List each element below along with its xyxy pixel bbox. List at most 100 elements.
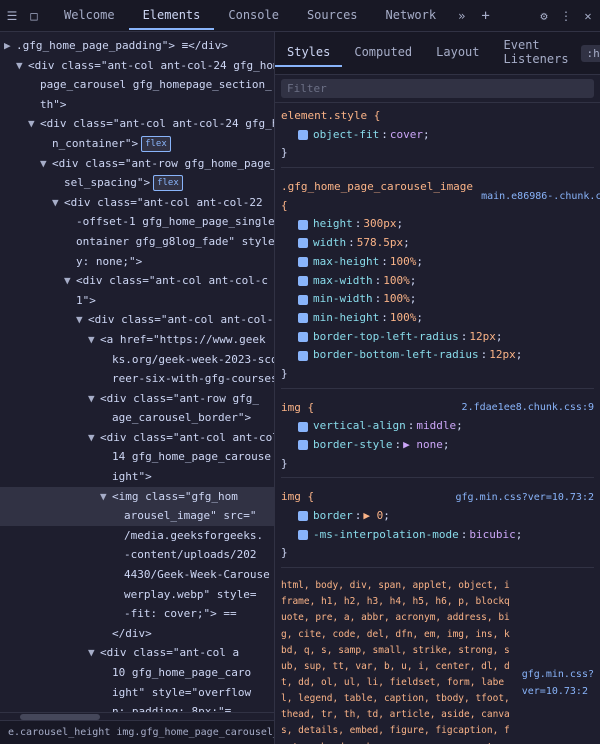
- css-property-checkbox[interactable]: [297, 294, 309, 306]
- css-prop-name[interactable]: width: [313, 234, 346, 253]
- dom-line[interactable]: ▼<div class="ant-col ant-col-24 gfg_home…: [0, 56, 274, 76]
- css-property-checkbox[interactable]: [297, 275, 309, 287]
- expand-triangle[interactable]: ▼: [52, 194, 64, 212]
- css-source-link[interactable]: gfg.min.css?ver=10.73:2: [456, 489, 594, 506]
- css-prop-value[interactable]: 100%: [383, 290, 410, 309]
- dom-line[interactable]: ▼<a href="https://www.geek: [0, 330, 274, 350]
- tab-styles[interactable]: Styles: [275, 39, 342, 67]
- css-property-checkbox[interactable]: [297, 312, 309, 324]
- dom-line[interactable]: sel_spacing">flex: [0, 173, 274, 193]
- expand-triangle[interactable]: ▼: [64, 272, 76, 290]
- dom-line[interactable]: ▼<div class="ant-row gfg_: [0, 389, 274, 409]
- more-tabs-icon[interactable]: »: [450, 3, 473, 29]
- dom-line[interactable]: ks.org/geek-week-2023-sco: [0, 350, 274, 370]
- dom-line[interactable]: n_container">flex: [0, 134, 274, 154]
- css-prop-value[interactable]: 578.5px: [357, 234, 403, 253]
- expand-triangle[interactable]: ▼: [100, 488, 112, 506]
- css-prop-name[interactable]: border-bottom-left-radius: [313, 346, 479, 365]
- css-prop-value[interactable]: 100%: [383, 272, 410, 291]
- css-prop-value[interactable]: bicubic: [469, 526, 515, 545]
- dom-line[interactable]: 14 gfg_home_page_carouse: [0, 447, 274, 467]
- dom-line[interactable]: age_carousel_border">: [0, 408, 274, 428]
- css-prop-value[interactable]: 300px: [363, 215, 396, 234]
- dom-line[interactable]: ▼<div class="ant-col ant-col-22: [0, 193, 274, 213]
- css-prop-name[interactable]: max-width: [313, 272, 373, 291]
- horizontal-scrollbar[interactable]: [0, 712, 274, 720]
- expand-triangle[interactable]: ▼: [88, 644, 100, 662]
- overflow-icon[interactable]: ⋮: [558, 8, 574, 24]
- expand-triangle[interactable]: ▼: [28, 115, 40, 133]
- css-prop-name[interactable]: height: [313, 215, 353, 234]
- tab-layout[interactable]: Layout: [424, 39, 491, 67]
- dom-line[interactable]: 1">: [0, 291, 274, 311]
- close-icon[interactable]: ✕: [580, 8, 596, 24]
- new-tab-icon[interactable]: +: [473, 2, 497, 30]
- dom-line[interactable]: werplay.webp" style=: [0, 585, 274, 605]
- dom-line[interactable]: -content/uploads/202: [0, 545, 274, 565]
- expand-triangle[interactable]: ▼: [40, 155, 52, 173]
- dom-line[interactable]: ▼<div class="ant-col a: [0, 643, 274, 663]
- tab-computed[interactable]: Computed: [342, 39, 424, 67]
- dom-line[interactable]: ▼<div class="ant-col ant-col-c: [0, 428, 274, 448]
- css-property-checkbox[interactable]: [297, 510, 309, 522]
- dom-line[interactable]: ight" style="overflow: [0, 683, 274, 703]
- device-icon[interactable]: □: [26, 8, 42, 24]
- css-prop-name[interactable]: min-width: [313, 290, 373, 309]
- tab-event-listeners[interactable]: Event Listeners: [492, 32, 581, 74]
- dom-line[interactable]: th">: [0, 95, 274, 115]
- tab-welcome[interactable]: Welcome: [50, 2, 129, 30]
- css-prop-value[interactable]: ▶ none: [403, 436, 443, 455]
- css-source-link[interactable]: 2.fdae1ee8.chunk.css:9: [462, 399, 594, 416]
- css-prop-value[interactable]: cover: [390, 126, 423, 145]
- dom-line[interactable]: ontainer gfg_g8log_fade" style=: [0, 232, 274, 252]
- css-prop-name[interactable]: border-top-left-radius: [313, 328, 459, 347]
- css-prop-name[interactable]: min-height: [313, 309, 379, 328]
- css-prop-value[interactable]: 100%: [390, 253, 417, 272]
- dom-line[interactable]: ▼<div class="ant-row gfg_home_page_carou…: [0, 154, 274, 174]
- dom-line[interactable]: -offset-1 gfg_home_page_single_: [0, 212, 274, 232]
- dom-line[interactable]: ▶.gfg_home_page_padding"> ≡</div>: [0, 36, 274, 56]
- expand-triangle[interactable]: ▶: [4, 37, 16, 55]
- css-property-checkbox[interactable]: [297, 529, 309, 541]
- css-prop-value[interactable]: ▶ 0: [363, 507, 383, 526]
- tab-sources[interactable]: Sources: [293, 2, 372, 30]
- dom-line[interactable]: ight">: [0, 467, 274, 487]
- dom-line[interactable]: /media.geeksforgeeks.: [0, 526, 274, 546]
- css-property-checkbox[interactable]: [297, 256, 309, 268]
- css-prop-name[interactable]: -ms-interpolation-mode: [313, 526, 459, 545]
- hov-button[interactable]: :hov: [581, 45, 600, 62]
- css-prop-name[interactable]: border: [313, 507, 353, 526]
- css-source-link[interactable]: gfg.min.css?ver=10.73:2: [522, 666, 594, 700]
- scrollbar-thumb[interactable]: [20, 714, 100, 720]
- dom-line[interactable]: ▼<div class="ant-col ant-col-: [0, 310, 274, 330]
- dom-line[interactable]: 10 gfg_home_page_caro: [0, 663, 274, 683]
- css-property-checkbox[interactable]: [297, 421, 309, 433]
- css-property-checkbox[interactable]: [297, 439, 309, 451]
- filter-input[interactable]: [281, 79, 594, 98]
- dom-line[interactable]: reer-six-with-gfg-courses: [0, 369, 274, 389]
- expand-triangle[interactable]: ▼: [76, 311, 88, 329]
- expand-triangle[interactable]: ▼: [88, 390, 100, 408]
- dom-line[interactable]: 4430/Geek-Week-Carouse: [0, 565, 274, 585]
- dom-line[interactable]: page_carousel gfg_homepage_section_: [0, 75, 274, 95]
- dom-line[interactable]: </div>: [0, 624, 274, 644]
- css-property-checkbox[interactable]: [297, 237, 309, 249]
- css-prop-name[interactable]: vertical-align: [313, 417, 406, 436]
- css-prop-value[interactable]: 12px: [489, 346, 516, 365]
- dom-line[interactable]: -fit: cover;"> ==: [0, 604, 274, 624]
- styles-content[interactable]: element.style {object-fit: cover;}.gfg_h…: [275, 103, 600, 744]
- css-prop-value[interactable]: 100%: [390, 309, 417, 328]
- dom-line[interactable]: arousel_image" src=": [0, 506, 274, 526]
- expand-triangle[interactable]: ▼: [16, 57, 28, 75]
- css-prop-name[interactable]: object-fit: [313, 126, 379, 145]
- css-prop-value[interactable]: 12px: [469, 328, 496, 347]
- css-property-checkbox[interactable]: [297, 129, 309, 141]
- settings-icon[interactable]: ⚙: [536, 8, 552, 24]
- elements-content[interactable]: ▶.gfg_home_page_padding"> ≡</div>▼<div c…: [0, 32, 274, 712]
- css-prop-name[interactable]: border-style: [313, 436, 392, 455]
- tab-network[interactable]: Network: [372, 2, 451, 30]
- css-property-checkbox[interactable]: [297, 350, 309, 362]
- dom-line[interactable]: y: none;">: [0, 252, 274, 272]
- tab-elements[interactable]: Elements: [129, 2, 215, 30]
- css-property-checkbox[interactable]: [297, 219, 309, 231]
